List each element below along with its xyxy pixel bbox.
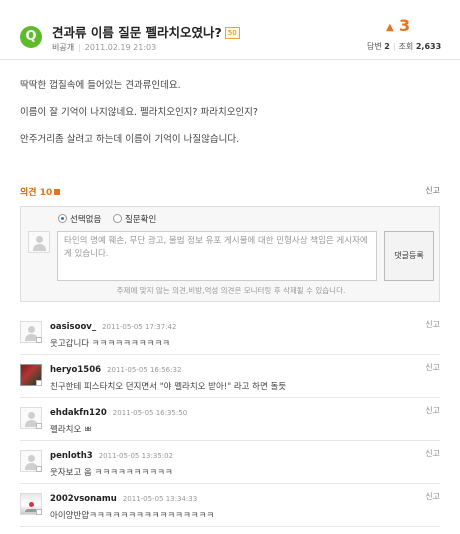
placeholder-line: 타인의 명예 훼손, 무단 광고, 불법 정보 유포 게시물에 대한 민형사상 … bbox=[64, 236, 368, 246]
username-link[interactable]: oasisoov_ bbox=[50, 322, 96, 332]
comment-time: 2011-05-05 13:35:02 bbox=[98, 452, 174, 460]
profile-mini-icon bbox=[36, 466, 42, 472]
username-link[interactable]: penloth3 bbox=[50, 451, 93, 461]
comment-text: 펠라치오 ㅃ bbox=[50, 425, 92, 435]
like-count: 3 bbox=[399, 16, 411, 35]
profile-mini-icon bbox=[36, 509, 42, 515]
comments-count: 10 bbox=[39, 188, 53, 198]
answers-label: 답변 bbox=[367, 42, 382, 51]
comment-textarea[interactable]: 타인의 명예 훼손, 무단 광고, 불법 정보 유포 게시물에 대한 민형사상 … bbox=[57, 231, 377, 281]
comment-time: 2011-05-05 16:35:50 bbox=[112, 409, 188, 417]
comment-text: 친구한테 피스타치오 던지면서 "야 펠라치오 받아!" 라고 하면 돌듯 bbox=[50, 382, 287, 392]
list-item: oasisoov_ 2011-05-05 17:37:42 웃고갑니다 ㅋㅋㅋㅋㅋ… bbox=[20, 312, 440, 355]
stats-divider: | bbox=[392, 42, 396, 51]
comment-time: 2011-05-05 13:34:33 bbox=[122, 495, 198, 503]
report-link[interactable]: 신고 bbox=[425, 319, 440, 330]
question-title: 견과류 이름 질문 펠라치오였나? 50 bbox=[52, 22, 240, 41]
submit-comment-button[interactable]: 댓글등록 bbox=[384, 231, 434, 281]
comment-user: penloth3 2011-05-05 13:35:02 bbox=[50, 451, 173, 461]
comment-notice: 주제에 맞지 않는 의견,비방,억성 의견은 모니터링 후 삭제될 수 있습니다… bbox=[116, 286, 346, 295]
report-link[interactable]: 신고 bbox=[425, 491, 440, 502]
profile-mini-icon bbox=[36, 423, 42, 429]
comment-form: 선택없음 질문확인 타인의 명예 훼손, 무단 광고, 불법 정보 유포 게시물… bbox=[20, 206, 440, 302]
comments-header: 의견 10 신고 bbox=[20, 185, 440, 199]
comments-tab[interactable]: 의견 10 bbox=[20, 188, 61, 198]
comment-user: 2002vsonamu 2011-05-05 13:34:33 bbox=[50, 494, 197, 504]
placeholder-line: 게 있습니다. bbox=[64, 249, 109, 259]
username-link[interactable]: ehdakfn120 bbox=[50, 408, 107, 418]
comment-text: 웃고갑니다 ㅋㅋㅋㅋㅋㅋㅋㅋㅋㅋ bbox=[50, 339, 171, 349]
views-label: 조회 bbox=[398, 42, 414, 51]
views-count: 2,633 bbox=[415, 42, 442, 51]
radio-check-label: 질문확인 bbox=[124, 215, 157, 225]
body-paragraph: 안주거리좀 살려고 하는데 이름이 기억이 나질않습니다. bbox=[20, 134, 240, 145]
comment-list: oasisoov_ 2011-05-05 17:37:42 웃고갑니다 ㅋㅋㅋㅋㅋ… bbox=[20, 312, 440, 527]
like-button[interactable]: ▲ 3 bbox=[386, 16, 410, 35]
comment-user: heryo1506 2011-05-05 16:56:32 bbox=[50, 365, 181, 375]
list-item: penloth3 2011-05-05 13:35:02 웃자보고 옴 ㅋㅋㅋㅋㅋ… bbox=[20, 441, 440, 484]
body-paragraph: 딱딱한 껍질속에 들어있는 견과류인데요. bbox=[20, 80, 181, 91]
answers-count: 2 bbox=[384, 42, 390, 51]
new-icon bbox=[54, 189, 61, 195]
profile-mini-icon bbox=[36, 337, 42, 343]
list-item: heryo1506 2011-05-05 16:56:32 친구한테 피스타치오 … bbox=[20, 355, 440, 398]
comment-time: 2011-05-05 16:56:32 bbox=[107, 366, 182, 374]
comment-user: ehdakfn120 2011-05-05 16:35:50 bbox=[50, 408, 187, 418]
radio-check-question[interactable] bbox=[112, 214, 122, 223]
profile-mini-icon bbox=[36, 380, 42, 386]
list-item: ehdakfn120 2011-05-05 16:35:50 펠라치오 ㅃ 신고 bbox=[20, 398, 440, 441]
list-item: 2002vsonamu 2011-05-05 13:34:33 아이양반얍ㅋㅋㅋㅋ… bbox=[20, 484, 440, 527]
comment-text: 아이양반얍ㅋㅋㅋㅋㅋㅋㅋㅋㅋㅋㅋㅋㅋㅋㅋㅋ bbox=[50, 511, 215, 521]
username-link[interactable]: 2002vsonamu bbox=[50, 494, 117, 504]
report-link[interactable]: 신고 bbox=[425, 362, 440, 373]
username-link[interactable]: heryo1506 bbox=[50, 365, 101, 375]
question-badge: Q bbox=[20, 26, 42, 48]
comment-time: 2011-05-05 17:37:42 bbox=[102, 323, 177, 331]
comments-label: 의견 bbox=[20, 188, 37, 198]
meta-divider: | bbox=[78, 43, 81, 52]
report-link[interactable]: 신고 bbox=[425, 185, 440, 196]
comment-user: oasisoov_ 2011-05-05 17:37:42 bbox=[50, 322, 176, 332]
body-paragraph: 이름이 잘 기억이 나지않네요. 펠라치오인지? 파라치오인지? bbox=[20, 107, 258, 118]
question-stats: 답변 2 | 조회 2,633 bbox=[367, 41, 441, 52]
report-link[interactable]: 신고 bbox=[425, 448, 440, 459]
question-date: 2011.02.19 21:03 bbox=[84, 43, 157, 52]
comment-text: 웃자보고 옴 ㅋㅋㅋㅋㅋㅋㅋㅋㅋㅋ bbox=[50, 468, 173, 478]
comment-options: 선택없음 질문확인 bbox=[58, 213, 156, 225]
question-body: 딱딱한 껍질속에 들어있는 견과류인데요. 이름이 잘 기억이 나지않네요. 펠… bbox=[20, 78, 440, 159]
radio-none-label: 선택없음 bbox=[70, 215, 102, 225]
question-meta: 비공개 | 2011.02.19 21:03 bbox=[52, 42, 156, 53]
thumbs-up-icon: ▲ bbox=[386, 22, 394, 33]
radio-none[interactable] bbox=[58, 214, 67, 223]
question-title-text: 견과류 이름 질문 펠라치오였나? bbox=[52, 25, 222, 40]
my-avatar bbox=[28, 231, 50, 253]
question-header: Q 견과류 이름 질문 펠라치오였나? 50 비공개 | 2011.02.19 21:… bbox=[0, 0, 460, 60]
report-link[interactable]: 신고 bbox=[425, 405, 440, 416]
question-author: 비공개 bbox=[52, 43, 75, 52]
points-badge: 50 bbox=[224, 27, 240, 39]
